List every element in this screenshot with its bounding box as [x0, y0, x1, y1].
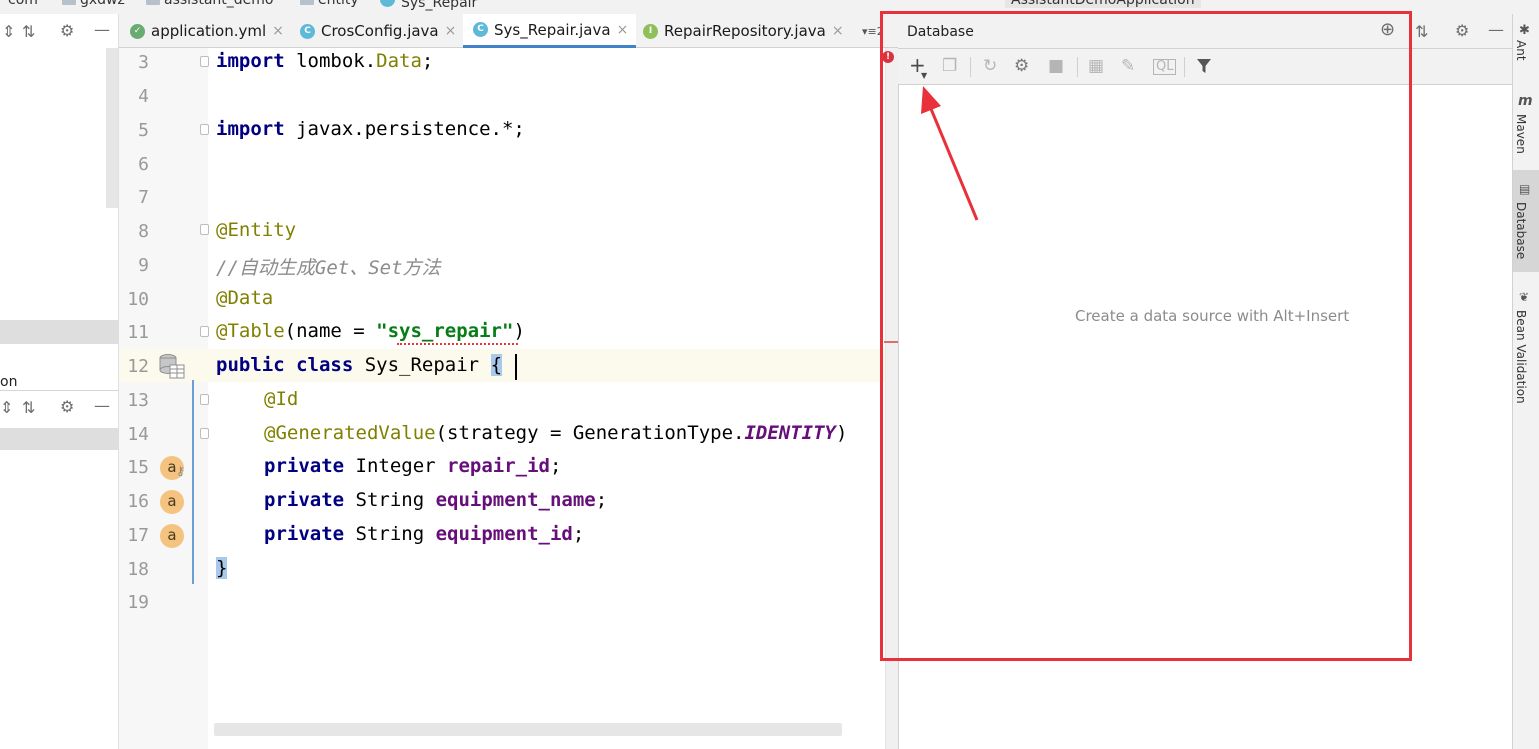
database-table-icon[interactable] — [158, 352, 186, 380]
line-number: 5 — [138, 120, 149, 141]
breadcrumb-item[interactable]: entity — [300, 0, 359, 8]
tool-window-ant[interactable]: Ant — [1514, 40, 1528, 61]
code-comment[interactable]: //自动生成Get、Set方法 — [216, 253, 441, 280]
minimize-icon[interactable]: — — [94, 22, 110, 38]
selected-tree-row[interactable] — [0, 428, 119, 450]
breadcrumb-item[interactable]: assistant_demo — [146, 0, 273, 8]
line-number: 8 — [138, 221, 149, 242]
database-icon: ▤ — [1519, 182, 1531, 196]
tab-repair-repository[interactable]: I RepairRepository.java × — [643, 14, 844, 48]
panel-label: on — [0, 374, 18, 390]
collapse-all-icon[interactable]: ⇅ — [22, 400, 35, 416]
horizontal-scrollbar[interactable] — [214, 723, 842, 736]
run-config-selector[interactable]: AssistantDemoApplication — [1005, 0, 1201, 8]
interface-icon: I — [643, 23, 658, 39]
code-line[interactable]: public class Sys_Repair { — [216, 354, 503, 376]
key-icon: ⚷ — [176, 464, 185, 478]
code-line[interactable]: import lombok.Data; — [216, 50, 433, 72]
tool-window-bean-validation[interactable]: Bean Validation — [1514, 310, 1528, 404]
minimize-icon[interactable]: — — [94, 398, 110, 414]
fold-marker-icon[interactable] — [200, 326, 209, 337]
line-number: 4 — [138, 86, 149, 107]
breadcrumb-item[interactable]: gxdwz — [62, 0, 125, 8]
project-panel — [0, 14, 119, 749]
expand-all-icon[interactable]: ⇕ — [0, 400, 13, 416]
breadcrumb-item[interactable]: Sys_Repair — [380, 0, 477, 11]
folder-icon — [146, 0, 160, 5]
code-line[interactable]: private Integer repair_id; — [264, 455, 561, 477]
class-icon — [380, 0, 395, 7]
code-line[interactable]: import javax.persistence.*; — [216, 118, 525, 140]
close-icon[interactable]: × — [445, 23, 457, 39]
collapse-all-icon[interactable]: ⇅ — [22, 24, 35, 40]
close-icon[interactable]: × — [617, 22, 629, 38]
annotation-arrow — [921, 86, 979, 221]
code-line[interactable]: @Table(name = "sys_repair") — [216, 320, 525, 342]
yaml-icon: ✓ — [130, 23, 145, 39]
tool-window-database[interactable]: Database — [1514, 202, 1528, 259]
code-line[interactable]: @Id — [264, 388, 298, 410]
line-number: 15 — [127, 457, 149, 478]
ant-icon: ✱ — [1519, 23, 1530, 38]
tool-window-maven[interactable]: Maven — [1514, 114, 1528, 154]
line-number: 16 — [127, 491, 149, 512]
line-number: 12 — [127, 356, 149, 377]
project-scrollbar[interactable] — [106, 48, 118, 208]
field-badge-icon[interactable]: a — [160, 490, 184, 514]
fold-marker-icon[interactable] — [200, 428, 209, 439]
brace-match: { — [490, 354, 503, 376]
fold-marker-icon[interactable] — [200, 394, 209, 405]
code-line[interactable]: @Data — [216, 287, 273, 309]
collapse-all-icon[interactable]: ⇅ — [1415, 24, 1428, 40]
tab-application-yml[interactable]: ✓ application.yml × — [130, 14, 284, 48]
gear-icon[interactable]: ⚙ — [1455, 23, 1469, 39]
close-icon[interactable]: × — [272, 23, 284, 39]
line-number: 14 — [127, 424, 149, 445]
code-line[interactable]: } — [216, 557, 228, 579]
breadcrumb-item[interactable]: com — [8, 0, 38, 8]
line-number: 13 — [127, 390, 149, 411]
line-number: 9 — [138, 255, 149, 276]
close-icon[interactable]: × — [832, 23, 844, 39]
selected-tree-row[interactable] — [0, 320, 119, 344]
fold-marker-icon[interactable] — [200, 56, 209, 67]
divider — [0, 390, 119, 391]
folder-icon — [62, 0, 76, 5]
code-line[interactable]: private String equipment_id; — [264, 523, 584, 545]
class-icon: C — [473, 22, 488, 37]
line-number: 7 — [138, 187, 149, 208]
gear-icon[interactable]: ⚙ — [60, 23, 74, 39]
spellcheck-underline — [397, 342, 518, 345]
tab-sys-repair[interactable]: C Sys_Repair.java × — [463, 14, 637, 48]
line-number: 6 — [138, 154, 149, 175]
expand-all-icon[interactable]: ⇕ — [2, 24, 15, 40]
line-number: 11 — [127, 322, 149, 343]
line-number: 18 — [127, 559, 149, 580]
change-marker — [192, 380, 194, 584]
line-number: 10 — [127, 289, 149, 310]
code-line[interactable]: @GeneratedValue(strategy = GenerationTyp… — [264, 422, 847, 444]
fold-marker-icon[interactable] — [200, 224, 209, 235]
class-icon: C — [300, 23, 315, 39]
bean-validation-icon: ❦ — [1519, 290, 1530, 304]
tab-list-icon: ▾≡ — [862, 24, 877, 38]
brace-match: } — [216, 557, 228, 579]
line-number: 19 — [127, 592, 149, 613]
line-number: 17 — [127, 525, 149, 546]
code-line[interactable]: private String equipment_name; — [264, 489, 607, 511]
field-badge-icon[interactable]: a — [160, 524, 184, 548]
folder-icon — [300, 0, 314, 5]
minimize-icon[interactable]: — — [1488, 22, 1504, 38]
line-number: 3 — [138, 52, 149, 73]
text-caret — [515, 354, 517, 380]
code-line[interactable]: @Entity — [216, 219, 296, 241]
maven-icon: m — [1518, 93, 1533, 109]
code-editor[interactable] — [208, 48, 885, 749]
tab-crosconfig[interactable]: C CrosConfig.java × — [300, 14, 456, 48]
gear-icon[interactable]: ⚙ — [60, 399, 74, 415]
fold-marker-icon[interactable] — [200, 124, 209, 135]
